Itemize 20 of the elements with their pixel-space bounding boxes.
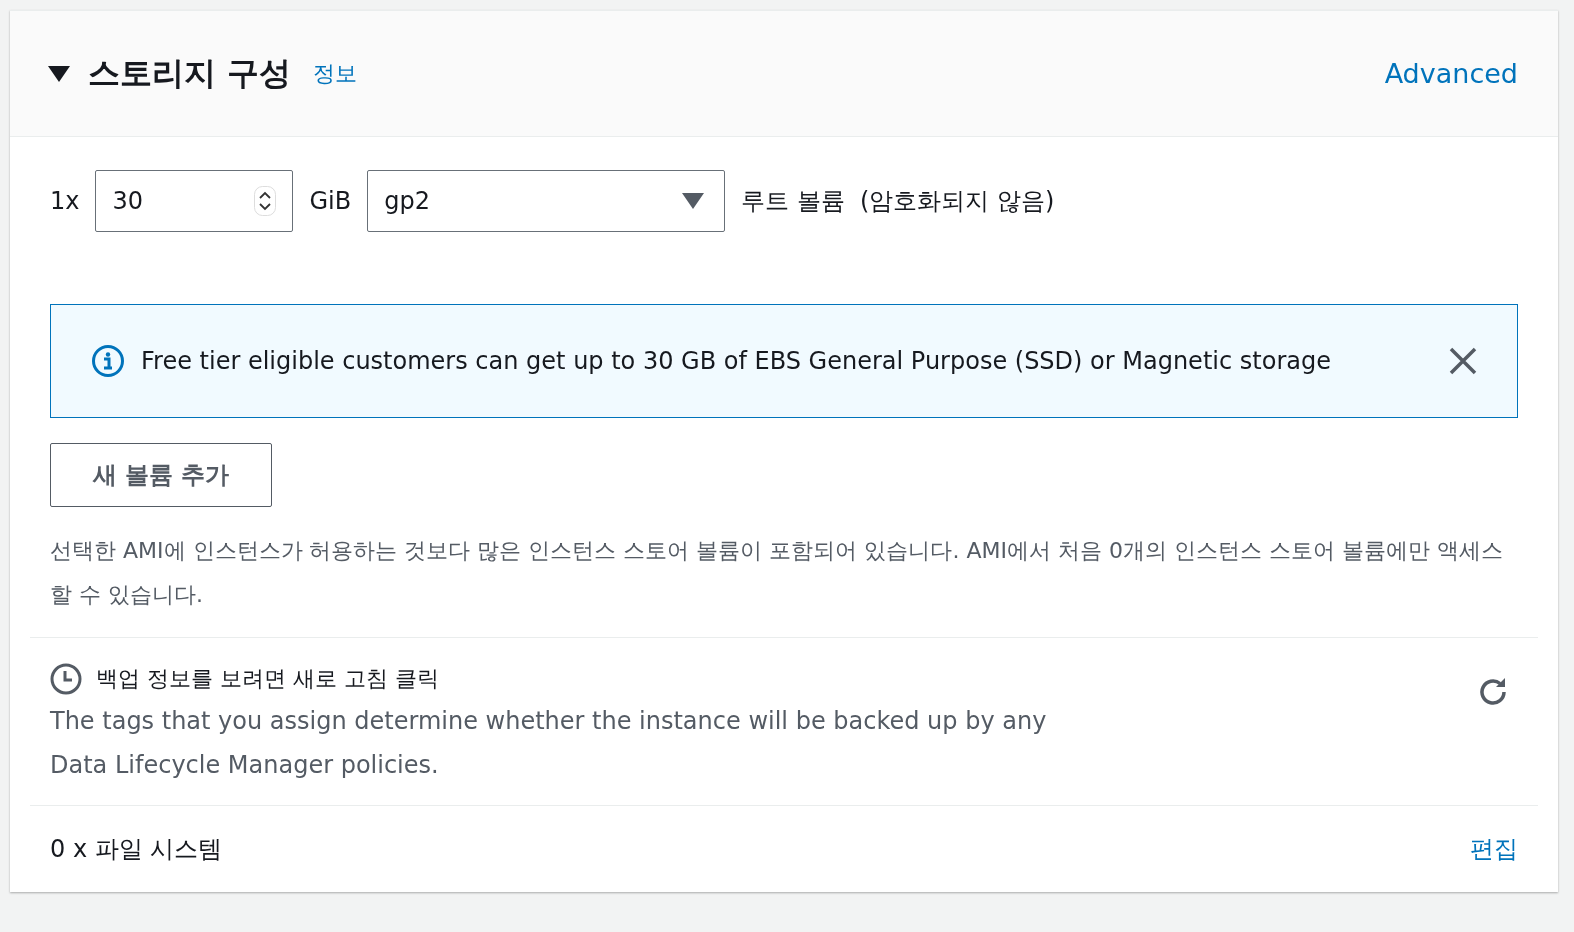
advanced-link[interactable]: Advanced	[1384, 58, 1518, 89]
volume-type-select[interactable]: gp2	[367, 170, 726, 232]
close-icon[interactable]	[1449, 347, 1477, 375]
size-unit: GiB	[309, 187, 352, 215]
clock-icon	[50, 663, 82, 695]
add-volume-button[interactable]: 새 볼륨 추가	[50, 443, 272, 507]
volume-count: 1x	[50, 187, 80, 215]
alert-message: Free tier eligible customers can get up to 30 GB of EBS General Purpose (SSD) or Magnetic storage	[141, 347, 1332, 375]
volume-description: 루트 볼륨 (암호화되지 않음)	[741, 186, 1055, 217]
backup-description: The tags that you assign determine whether the instance will be backed up by any Data Lifecycle Manager policies.	[50, 706, 1048, 781]
size-field[interactable]: 30	[95, 170, 294, 232]
info-icon	[91, 344, 125, 378]
edit-link[interactable]: 편집	[1470, 833, 1518, 865]
spinner-icon[interactable]	[254, 186, 277, 216]
caret-down-icon	[682, 193, 705, 209]
info-link[interactable]: 정보	[313, 58, 358, 89]
backup-title: 백업 정보를 보려면 새로 고침 클릭	[96, 665, 439, 693]
store-notice: 선택한 AMI에 인스턴스가 허용하는 것보다 많은 인스턴스 스토어 볼륨이 포함되어 있습니다. AMI에서 처음 0개의 인스턴스 스토어 볼륨에만 액세스할 수 있습니다.	[50, 537, 1504, 609]
section-title: 스토리지 구성	[88, 52, 292, 94]
file-systems-label: 0 x 파일 시스템	[50, 834, 223, 865]
